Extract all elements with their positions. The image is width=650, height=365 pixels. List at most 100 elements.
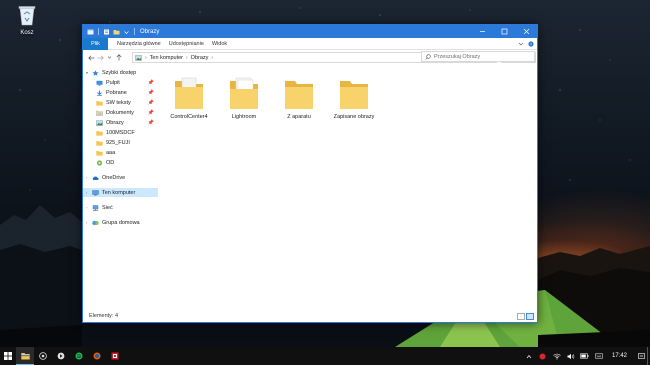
help-icon[interactable]: ? <box>528 41 534 47</box>
quick-access-toolbar <box>83 25 136 38</box>
tab-share[interactable]: Udostępnianie <box>169 41 204 47</box>
status-bar: Elementy: 4 <box>83 310 537 322</box>
folder-item-zapisane-obrazy[interactable]: Zapisane obrazy <box>327 75 381 120</box>
nav-item-desktop[interactable]: Pulpit 📌 <box>83 78 158 87</box>
nav-item-label: 925_FUJI <box>106 139 130 146</box>
folder-name: Zapisane obrazy <box>333 114 375 120</box>
ribbon-tools: ? <box>518 38 534 50</box>
folder-item-controlcenter4[interactable]: ControlCenter4 <box>162 75 216 120</box>
documents-icon <box>96 110 103 116</box>
tray-app-icon[interactable] <box>536 347 550 365</box>
window-title: Obrazy <box>140 28 160 35</box>
breadcrumb-pictures[interactable]: Obrazy <box>191 55 209 61</box>
folder-icon <box>96 159 103 166</box>
search-input[interactable]: Przeszukaj Obrazy <box>421 51 535 62</box>
tab-file[interactable]: Plik <box>83 37 108 50</box>
maximize-icon <box>501 28 507 35</box>
up-button[interactable] <box>114 50 123 65</box>
taskbar-app-firefox[interactable] <box>88 347 106 365</box>
battery-button[interactable] <box>578 347 592 365</box>
volume-icon <box>567 353 575 359</box>
folder-with-files-icon <box>175 77 203 109</box>
expand-icon[interactable]: › <box>86 205 87 210</box>
view-switcher <box>517 313 534 320</box>
desktop-icon <box>96 80 103 86</box>
wifi-button[interactable] <box>550 347 564 365</box>
details-view-button[interactable] <box>517 313 525 320</box>
star-icon <box>92 69 99 76</box>
red-app-icon <box>539 353 546 359</box>
wifi-icon <box>553 353 561 359</box>
maximize-button[interactable] <box>493 25 515 38</box>
taskbar: 17:42 <box>0 347 650 365</box>
nav-homegroup-label: Grupa domowa <box>102 219 140 226</box>
close-button[interactable] <box>515 25 537 38</box>
nav-item-pictures[interactable]: Obrazy 📌 <box>83 118 158 127</box>
spotify-icon <box>75 352 83 360</box>
folder-icon <box>285 81 313 109</box>
folder-name: Lightroom <box>231 114 257 120</box>
nav-network[interactable]: › Sieć <box>83 203 158 212</box>
nav-item-label: Pobrane <box>106 89 127 96</box>
collapse-icon[interactable]: ▾ <box>86 70 88 75</box>
search-icon <box>425 53 431 60</box>
clock[interactable]: 17:42 <box>612 353 627 359</box>
folder-item-z-aparatu[interactable]: Z aparatu <box>272 75 326 120</box>
recycle-bin[interactable]: Kosz <box>12 4 42 36</box>
breadcrumb-separator[interactable]: › <box>145 55 147 61</box>
breadcrumb-separator[interactable]: › <box>211 55 213 61</box>
tab-home[interactable]: Narzędzia główne <box>117 41 161 47</box>
nav-item-label: aaa <box>106 149 116 156</box>
nav-item-label: SW teksty <box>106 99 131 106</box>
nav-item-od[interactable]: OD <box>83 158 158 167</box>
taskbar-file-explorer[interactable] <box>16 347 34 365</box>
taskbar-app-media[interactable] <box>52 347 70 365</box>
expand-ribbon-icon[interactable] <box>518 41 524 47</box>
separator <box>98 28 99 35</box>
breadcrumb-this-pc[interactable]: Ten komputer <box>150 55 183 61</box>
expand-icon[interactable]: › <box>86 190 87 195</box>
forward-button[interactable] <box>96 50 105 65</box>
properties-icon[interactable] <box>103 29 110 35</box>
start-button[interactable] <box>0 347 16 365</box>
nav-homegroup[interactable]: › Grupa domowa <box>83 218 158 227</box>
expand-icon[interactable]: › <box>86 175 87 180</box>
keyboard-icon <box>595 353 603 359</box>
nav-item-sw-teksty[interactable]: SW teksty 📌 <box>83 98 158 107</box>
show-hidden-icons-button[interactable] <box>522 347 536 365</box>
nav-item-aaa[interactable]: aaa <box>83 148 158 157</box>
chevron-down-icon <box>107 56 112 59</box>
download-icon <box>97 90 102 96</box>
recent-locations-button[interactable] <box>105 50 114 65</box>
action-center-button[interactable] <box>635 347 647 365</box>
tab-view[interactable]: Widok <box>212 41 227 47</box>
volume-button[interactable] <box>564 347 578 365</box>
nav-onedrive[interactable]: › OneDrive <box>83 173 158 182</box>
new-folder-icon[interactable] <box>113 29 120 35</box>
explorer-app-icon[interactable] <box>87 29 94 35</box>
nav-item-documents[interactable]: Dokumenty 📌 <box>83 108 158 117</box>
recycle-bin-icon <box>18 6 36 26</box>
customize-toolbar-icon[interactable] <box>123 29 130 35</box>
folder-name: ControlCenter4 <box>170 114 208 120</box>
breadcrumb-separator[interactable]: › <box>186 55 188 61</box>
nav-quick-access[interactable]: ▾ Szybki dostęp <box>83 68 158 77</box>
taskbar-app-red[interactable] <box>106 347 124 365</box>
title-bar[interactable]: Obrazy <box>83 25 537 38</box>
taskbar-app-spotify[interactable] <box>70 347 88 365</box>
nav-item-925-fuji[interactable]: 925_FUJI <box>83 138 158 147</box>
taskbar-app-camera[interactable] <box>34 347 52 365</box>
app-icon <box>111 352 119 360</box>
keyboard-button[interactable] <box>592 347 606 365</box>
nav-item-100msdcf[interactable]: 100MSDCF <box>83 128 158 137</box>
minimize-button[interactable] <box>471 25 493 38</box>
media-player-icon <box>57 352 65 360</box>
nav-this-pc[interactable]: › Ten komputer <box>83 188 158 197</box>
folder-item-lightroom[interactable]: Lightroom <box>217 75 271 120</box>
firefox-icon <box>93 352 101 360</box>
back-button[interactable] <box>87 50 96 65</box>
large-icons-view-button[interactable] <box>526 313 534 320</box>
nav-item-downloads[interactable]: Pobrane 📌 <box>83 88 158 97</box>
nav-item-label: Obrazy <box>106 119 124 126</box>
expand-icon[interactable]: › <box>86 220 87 225</box>
